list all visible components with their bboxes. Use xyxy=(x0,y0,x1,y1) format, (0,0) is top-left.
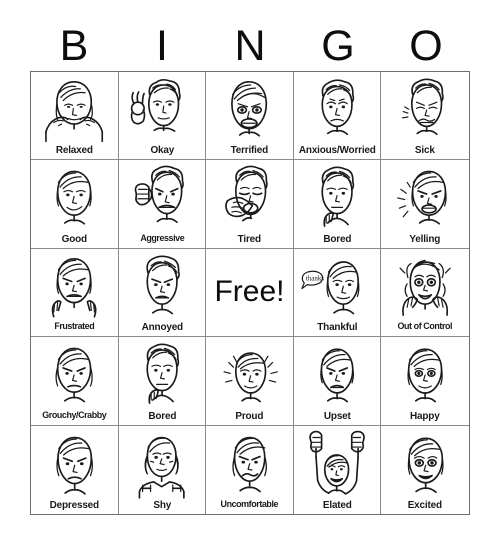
bingo-cell-label: Thankful xyxy=(317,321,358,334)
bingo-cell-happy[interactable]: Happy xyxy=(381,337,469,426)
header-letter-i: I xyxy=(156,21,168,70)
frustrated-face-icon xyxy=(31,249,118,321)
out-of-control-face-icon xyxy=(381,249,469,321)
annoyed-face-icon xyxy=(119,249,206,321)
bingo-cell-label: Terrified xyxy=(230,144,269,157)
bingo-cell-label: Okay xyxy=(150,144,174,157)
bingo-cell-yelling[interactable]: Yelling xyxy=(381,160,469,249)
bingo-cell-free-space[interactable]: Free! xyxy=(206,248,294,338)
yelling-face-icon xyxy=(381,160,469,232)
svg-text:thanks: thanks xyxy=(306,275,325,283)
upset-face-icon xyxy=(294,337,381,409)
sick-face-icon xyxy=(381,72,469,144)
relaxed-face-icon xyxy=(31,72,118,144)
bored-face-icon xyxy=(294,160,381,232)
bingo-cell-frustrated[interactable]: Frustrated xyxy=(31,248,119,338)
bingo-cell-aggressive[interactable]: Aggressive xyxy=(118,160,207,249)
elated-face-icon xyxy=(294,426,381,499)
header-letter-b: B xyxy=(59,21,89,70)
bingo-cell-thankful[interactable]: thanks Thankful xyxy=(293,248,382,338)
bingo-cell-label: Excited xyxy=(408,499,443,511)
uncomfortable-face-icon xyxy=(206,426,293,499)
bingo-cell-label: Out of Control xyxy=(397,321,453,333)
bingo-cell-label: Elated xyxy=(322,499,352,511)
bingo-grid: Relaxed Okay Terrified Anxious/Worried S… xyxy=(30,71,470,515)
bingo-cell-label: Aggressive xyxy=(139,232,184,244)
terrified-face-icon xyxy=(206,72,293,144)
bingo-cell-label: Anxious/Worried xyxy=(298,144,376,157)
bingo-cell-good[interactable]: Good xyxy=(31,160,119,249)
bingo-cell-excited[interactable]: Excited xyxy=(381,425,469,514)
bingo-cell-tired[interactable]: Tired xyxy=(206,160,294,249)
bingo-cell-label: Uncomfortable xyxy=(220,499,279,510)
bingo-cell-terrified[interactable]: Terrified xyxy=(206,72,294,161)
bingo-cell-annoyed[interactable]: Annoyed xyxy=(118,248,207,338)
bingo-cell-okay[interactable]: Okay xyxy=(118,72,207,161)
bingo-cell-label: Shy xyxy=(153,499,171,511)
bingo-cell-elated[interactable]: Elated xyxy=(293,425,382,514)
bingo-cell-label: Happy xyxy=(410,409,440,422)
aggressive-face-icon xyxy=(119,160,206,232)
header-letter-g: G xyxy=(321,21,355,70)
bingo-cell-label: Yelling xyxy=(409,232,441,245)
bingo-cell-depressed[interactable]: Depressed xyxy=(31,425,119,514)
bingo-cell-label: Sick xyxy=(415,144,436,157)
bingo-cell-label: Upset xyxy=(323,409,351,422)
bingo-cell-label: Bored xyxy=(323,232,352,245)
shy-face-icon xyxy=(119,426,206,499)
bingo-cell-label: Good xyxy=(61,232,87,245)
anxious-worried-face-icon xyxy=(294,72,381,144)
excited-face-icon xyxy=(381,426,469,499)
bingo-cell-out-of-control[interactable]: Out of Control xyxy=(381,248,469,338)
bingo-cell-label: Relaxed xyxy=(55,144,93,157)
bingo-cell-relaxed[interactable]: Relaxed xyxy=(31,72,119,161)
bingo-cell-label: Depressed xyxy=(49,499,100,511)
bingo-cell-grouchy-crabby[interactable]: Grouchy/Crabby xyxy=(31,337,119,426)
free-space-label: Free! xyxy=(214,275,285,309)
bingo-cell-label: Frustrated xyxy=(54,321,95,333)
bingo-cell-label: Tired xyxy=(237,232,262,245)
bingo-cell-upset[interactable]: Upset xyxy=(293,337,382,426)
bored-face-2-icon xyxy=(119,337,206,409)
okay-face-icon xyxy=(119,72,206,144)
proud-face-icon xyxy=(206,337,293,409)
bingo-cell-bored[interactable]: Bored xyxy=(293,160,382,249)
bingo-cell-shy[interactable]: Shy xyxy=(118,425,207,514)
good-face-icon xyxy=(31,160,118,232)
bingo-cell-anxious-worried[interactable]: Anxious/Worried xyxy=(293,72,382,161)
bingo-cell-label: Proud xyxy=(235,409,264,422)
happy-face-icon xyxy=(381,337,469,409)
thankful-face-icon: thanks xyxy=(294,249,381,321)
header-letter-n: N xyxy=(234,21,266,70)
bingo-cell-uncomfortable[interactable]: Uncomfortable xyxy=(206,425,294,514)
bingo-cell-proud[interactable]: Proud xyxy=(206,337,294,426)
grouchy-crabby-face-icon xyxy=(31,337,118,409)
bingo-cell-bored-2[interactable]: Bored xyxy=(118,337,207,426)
tired-face-icon xyxy=(206,160,293,232)
bingo-header: B I N G O xyxy=(30,22,470,70)
bingo-card: B I N G O Relaxed Okay Terrified Anxious… xyxy=(0,0,500,544)
header-letter-o: O xyxy=(409,21,443,70)
bingo-cell-label: Grouchy/Crabby xyxy=(42,409,107,421)
bingo-cell-sick[interactable]: Sick xyxy=(381,72,469,161)
depressed-face-icon xyxy=(31,426,118,499)
bingo-cell-label: Annoyed xyxy=(141,321,183,334)
bingo-cell-label: Bored xyxy=(147,409,176,422)
